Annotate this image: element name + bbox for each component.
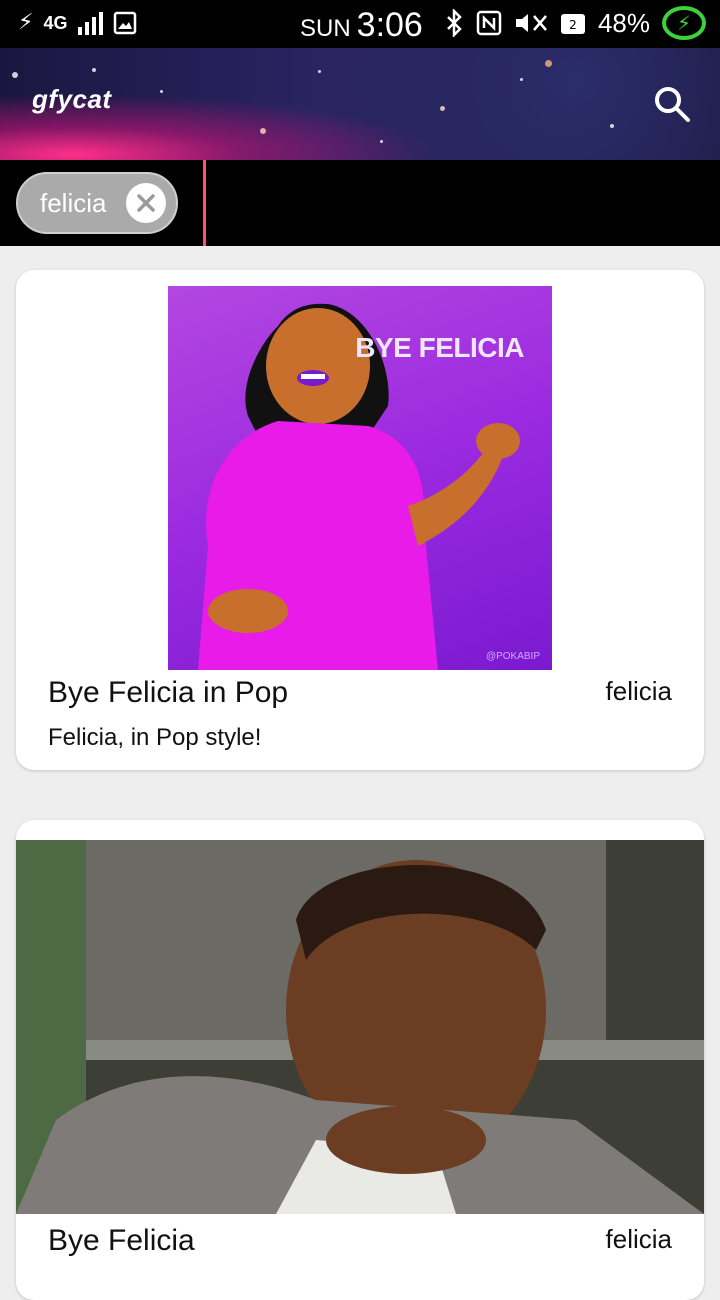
status-clock: 3:06 <box>356 6 423 44</box>
mute-icon <box>515 14 547 32</box>
gfycat-logo[interactable]: gfycat <box>32 84 112 115</box>
card-tag[interactable]: felicia <box>606 1224 672 1255</box>
card-title[interactable]: Bye Felicia <box>48 1224 195 1258</box>
search-icon[interactable] <box>652 84 692 124</box>
card-description: Felicia, in Pop style! <box>48 724 262 751</box>
app-header: gfycat <box>0 48 720 160</box>
nfc-icon <box>476 10 502 36</box>
bluetooth-icon <box>447 9 462 37</box>
result-card[interactable]: Bye Felicia felicia <box>16 820 704 1300</box>
gif-thumbnail[interactable] <box>16 840 704 1214</box>
svg-text:2: 2 <box>569 18 577 32</box>
status-left-icons: ⚡ 4G <box>18 10 137 36</box>
status-day: SUN <box>300 15 351 42</box>
network-label: 4G <box>43 13 68 33</box>
card-tag[interactable]: felicia <box>606 676 672 707</box>
image-notification-icon <box>114 11 137 35</box>
card-title[interactable]: Bye Felicia in Pop <box>48 676 288 710</box>
image-credit: @POKABIP <box>485 651 540 662</box>
text-cursor <box>203 160 206 246</box>
close-icon[interactable] <box>126 183 166 223</box>
wifi-calling-icon: 2 <box>560 14 585 34</box>
status-time: SUN 3:06 <box>300 6 423 45</box>
search-tag-bar: felicia <box>0 160 720 246</box>
search-chip[interactable]: felicia <box>16 172 178 234</box>
image-caption-text: BYE FELICIA <box>355 332 524 363</box>
status-right-icons: 2 48% ⚡ <box>444 6 706 40</box>
result-card[interactable]: BYE FELICIA @POKABIP Bye Felicia in Pop … <box>16 270 704 770</box>
status-bar: ⚡ 4G SUN 3:06 2 48% ⚡ <box>0 0 720 48</box>
search-chip-label: felicia <box>40 187 107 218</box>
battery-percent: 48% <box>597 7 650 38</box>
charging-icon: ⚡ <box>18 10 34 35</box>
movie-still-illustration <box>16 840 704 1214</box>
signal-icon <box>78 12 104 35</box>
battery-charging-icon: ⚡ <box>662 6 706 40</box>
gif-thumbnail[interactable]: BYE FELICIA @POKABIP <box>168 286 552 670</box>
